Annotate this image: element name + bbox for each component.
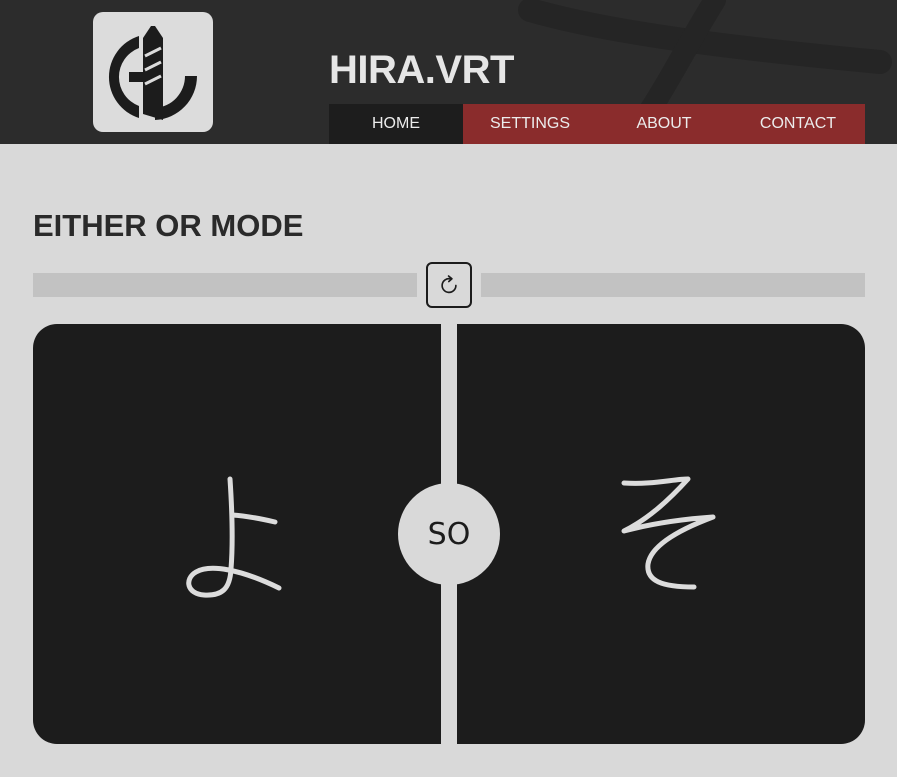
nav-home[interactable]: HOME bbox=[329, 104, 463, 144]
romaji-prompt: SO bbox=[398, 483, 500, 585]
main-nav: HOME SETTINGS ABOUT CONTACT bbox=[329, 104, 865, 144]
site-logo[interactable] bbox=[93, 12, 213, 132]
hira-vrt-logo-icon bbox=[108, 26, 198, 120]
mode-title: EITHER OR MODE bbox=[33, 208, 304, 243]
site-title[interactable]: HIRA.VRT bbox=[329, 48, 514, 93]
choice-card-left[interactable] bbox=[33, 324, 441, 744]
site-header: HIRA.VRT HOME SETTINGS ABOUT CONTACT bbox=[0, 0, 897, 144]
nav-settings[interactable]: SETTINGS bbox=[463, 104, 597, 144]
choice-card-right[interactable] bbox=[457, 324, 865, 744]
progress-bar-right bbox=[481, 273, 865, 297]
nav-contact[interactable]: CONTACT bbox=[731, 104, 865, 144]
progress-bar-left bbox=[33, 273, 417, 297]
kana-glyph-yo bbox=[186, 476, 282, 598]
nav-about[interactable]: ABOUT bbox=[597, 104, 731, 144]
kana-glyph-so bbox=[621, 476, 716, 590]
refresh-button[interactable] bbox=[426, 262, 472, 308]
refresh-icon bbox=[441, 275, 457, 294]
